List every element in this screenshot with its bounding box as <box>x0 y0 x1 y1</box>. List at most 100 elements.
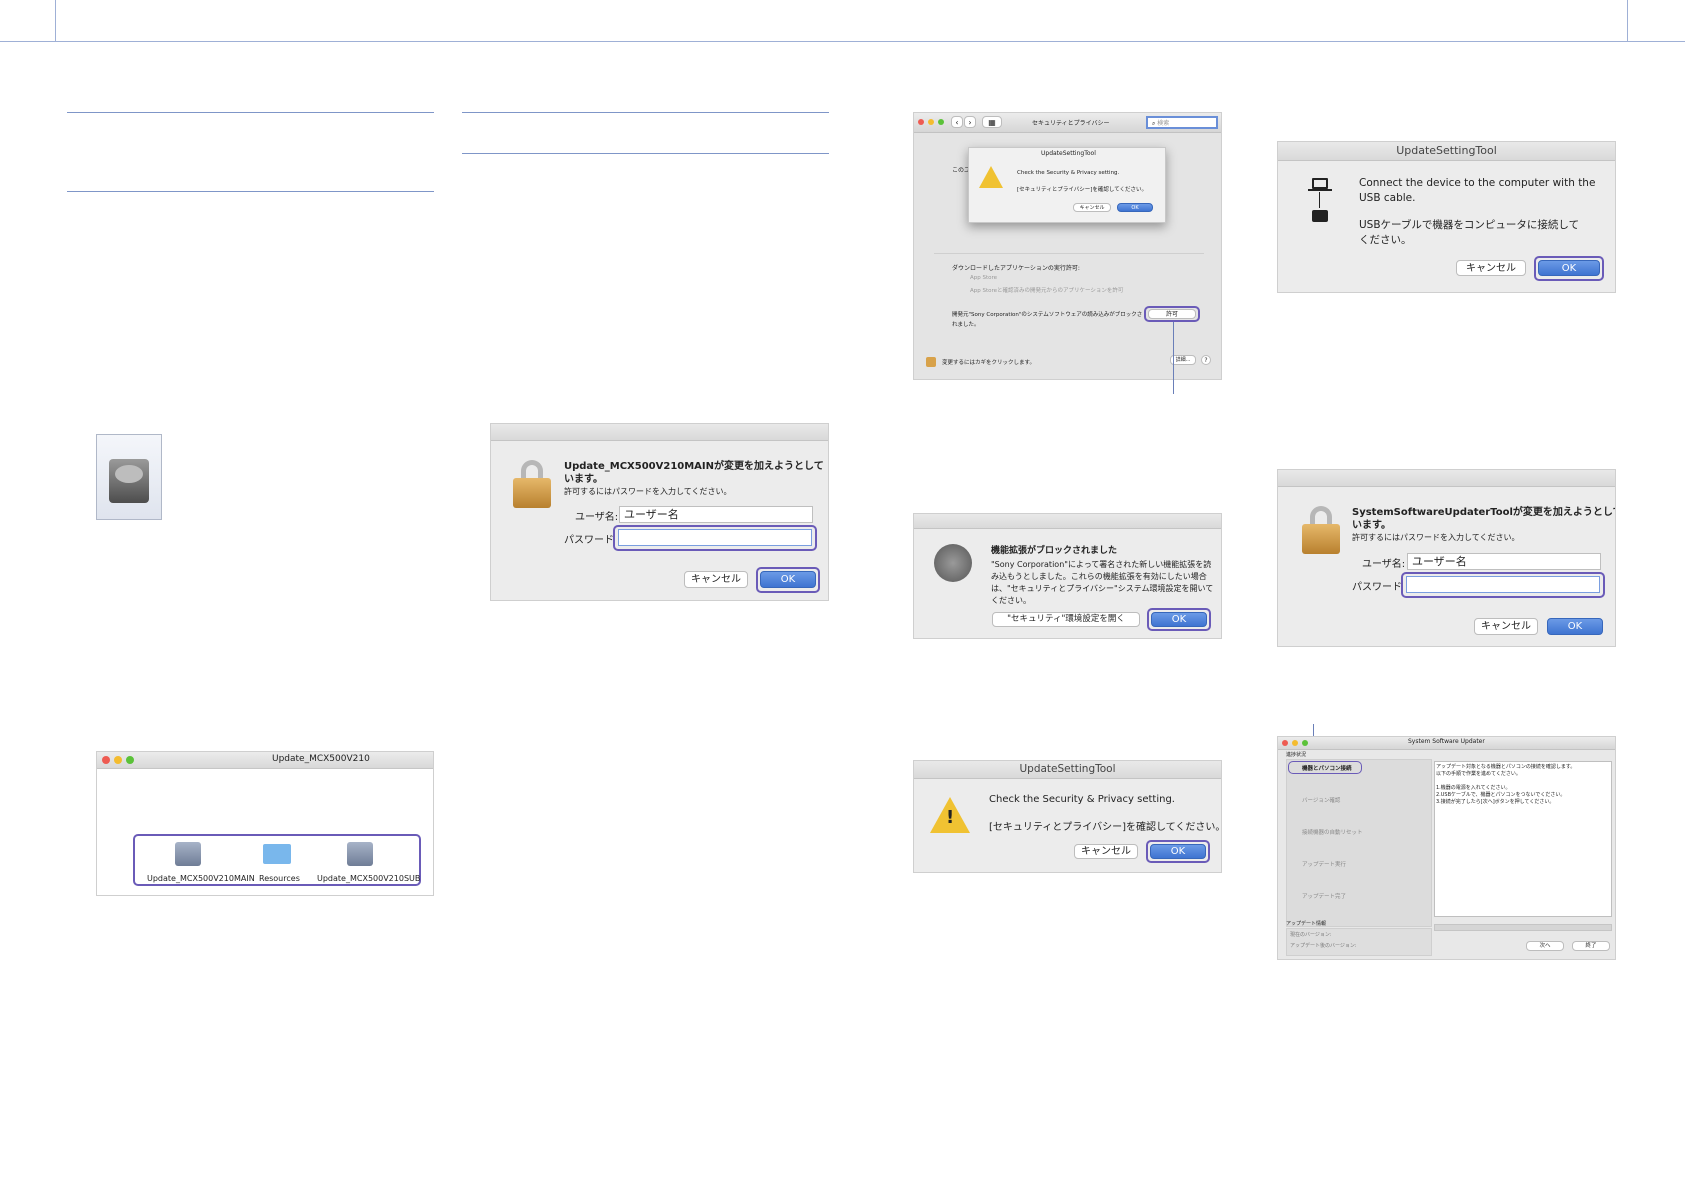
installer-icon[interactable] <box>347 842 373 866</box>
installer-icon[interactable] <box>175 842 201 866</box>
update-info-label: アップデート情報 <box>1286 921 1327 927</box>
finder-window: Update_MCX500V210 Update_MCX500V210MAIN … <box>96 751 434 896</box>
connect-jp-line1: USBケーブルで機器をコンピュータに接続して <box>1359 219 1580 231</box>
connect-cancel-button[interactable]: キャンセル <box>1456 260 1526 276</box>
prefs-title: セキュリティとプライバシー <box>1032 120 1110 127</box>
search-input[interactable]: ⌕ 検索 <box>1146 116 1218 129</box>
minimize-dot-icon[interactable] <box>114 756 122 764</box>
auth-sys-instruction: 許可するにはパスワードを入力してください。 <box>1352 533 1520 542</box>
cancel-button[interactable]: キャンセル <box>684 571 748 588</box>
ok-button[interactable]: OK <box>760 571 816 588</box>
section-rule <box>67 191 434 192</box>
section-rule <box>462 112 829 113</box>
warning-mark: ! <box>946 807 955 828</box>
after-version: アップデート後のバージョン: <box>1290 943 1357 949</box>
instruction-line: 2.USBケーブルで、機器とパソコンをつないでください。 <box>1436 792 1566 798</box>
username-field[interactable]: ユーザー名 <box>1407 553 1601 570</box>
padlock-icon[interactable] <box>926 357 936 367</box>
open-security-prefs-button[interactable]: "セキュリティ"環境設定を開く <box>992 612 1140 627</box>
next-button[interactable]: 次へ <box>1526 941 1564 951</box>
username-label: ユーザ名: <box>575 512 619 523</box>
option-app-store[interactable]: App Store <box>970 275 997 281</box>
extension-titlebar <box>914 514 1221 529</box>
instruction-line: 1.機器の電源を入れてください。 <box>1436 785 1511 791</box>
step-item: アップデート完了 <box>1302 894 1347 900</box>
header-rule <box>0 41 1685 42</box>
ust-ok-button[interactable]: OK <box>1150 844 1206 859</box>
update-setting-tool-dialog: UpdateSettingTool ! Check the Security &… <box>913 760 1222 873</box>
extension-ok-button[interactable]: OK <box>1151 612 1207 627</box>
close-dot-icon[interactable] <box>102 756 110 764</box>
ust-cancel-button[interactable]: キャンセル <box>1074 844 1138 859</box>
back-icon[interactable]: ‹ <box>951 116 963 128</box>
gear-icon <box>934 544 972 582</box>
close-dot-icon[interactable] <box>1282 740 1288 746</box>
zoom-dot-icon[interactable] <box>126 756 134 764</box>
option-identified-devs[interactable]: App Storeと確認済みの開発元からのアプリケーションを許可 <box>970 286 1123 294</box>
instruction-line: アップデート対象となる機器とパソコンの接続を確認します。 <box>1436 764 1576 770</box>
password-label: パスワード <box>564 535 614 546</box>
overlay-ok-button[interactable]: OK <box>1117 203 1153 212</box>
security-prefs-window: ‹ › ▦ セキュリティとプライバシー ⌕ 検索 このユ UpdateSetti… <box>913 112 1222 380</box>
search-placeholder: 検索 <box>1157 120 1170 127</box>
section-rule <box>67 112 434 113</box>
auth-title-line2: います。 <box>564 474 603 485</box>
finish-button[interactable]: 終了 <box>1572 941 1610 951</box>
zoom-dot-icon[interactable] <box>1302 740 1308 746</box>
minimize-dot-icon[interactable] <box>928 119 934 125</box>
updater-titlebar: System Software Updater <box>1278 737 1615 750</box>
folder-icon[interactable] <box>263 844 291 864</box>
ust-msg1: Check the Security & Privacy setting. <box>989 794 1175 805</box>
finder-item-resources[interactable]: Resources <box>259 874 300 883</box>
progress-bar <box>1434 924 1612 931</box>
username-field[interactable]: ユーザー名 <box>619 506 813 523</box>
instruction-line: 以下の手順で作業を進めてください。 <box>1436 771 1521 777</box>
callout-line <box>1173 322 1174 394</box>
minimize-dot-icon[interactable] <box>1292 740 1298 746</box>
allow-button[interactable]: 許可 <box>1148 309 1196 319</box>
finder-item-main[interactable]: Update_MCX500V210MAIN <box>147 874 255 883</box>
auth-sys-title-line1: SystemSoftwareUpdaterToolが変更を加えようとして <box>1352 507 1616 518</box>
computer-icon <box>1312 178 1328 189</box>
computer-base <box>1308 189 1332 191</box>
ust-msg2: [セキュリティとプライバシー]を確認してください。 <box>989 822 1222 833</box>
forward-icon[interactable]: › <box>964 116 976 128</box>
cancel-button[interactable]: キャンセル <box>1474 618 1538 635</box>
password-label: パスワード <box>1352 582 1402 593</box>
connect-en-line1: Connect the device to the computer with … <box>1359 177 1596 189</box>
step-item: バージョン確認 <box>1302 798 1341 804</box>
disk-image-icon[interactable] <box>96 434 162 520</box>
step-item: アップデート実行 <box>1302 862 1347 868</box>
extension-body-line4: ください。 <box>991 596 1031 605</box>
grid-icon[interactable]: ▦ <box>982 116 1002 128</box>
ok-button[interactable]: OK <box>1547 618 1603 635</box>
close-dot-icon[interactable] <box>918 119 924 125</box>
password-field[interactable] <box>618 529 812 546</box>
section-rule <box>462 153 829 154</box>
zoom-dot-icon[interactable] <box>938 119 944 125</box>
overlay-dialog: UpdateSettingTool Check the Security & P… <box>968 147 1166 223</box>
cable-line <box>1319 192 1320 208</box>
search-icon: ⌕ <box>1152 120 1156 127</box>
password-field[interactable] <box>1406 576 1600 593</box>
overlay-title: UpdateSettingTool <box>1041 150 1096 157</box>
header-divider-left <box>55 0 56 41</box>
overlay-cancel-button[interactable]: キャンセル <box>1073 203 1111 212</box>
finder-titlebar: Update_MCX500V210 <box>97 752 433 769</box>
updater-title: System Software Updater <box>1408 738 1485 745</box>
connect-title: UpdateSettingTool <box>1278 142 1615 161</box>
help-button[interactable]: ? <box>1201 355 1211 365</box>
current-version: 現在のバージョン: <box>1290 932 1332 938</box>
username-label: ユーザ名: <box>1362 559 1406 570</box>
finder-item-sub[interactable]: Update_MCX500V210SUB <box>317 874 420 883</box>
auth-sys-title-line2: います。 <box>1352 520 1391 531</box>
ust-title: UpdateSettingTool <box>914 761 1221 779</box>
overlay-msg1: Check the Security & Privacy setting. <box>1017 170 1120 176</box>
camera-icon <box>1312 210 1328 222</box>
auth-dialog-main: Update_MCX500V210MAINが変更を加えようとして います。 許可… <box>490 423 829 601</box>
connect-ok-button[interactable]: OK <box>1538 260 1600 276</box>
prefs-titlebar: ‹ › ▦ セキュリティとプライバシー ⌕ 検索 <box>914 113 1221 133</box>
connect-jp-line2: ください。 <box>1359 234 1412 246</box>
extension-body-line3: は、"セキュリティとプライバシー"システム環境設定を開いて <box>991 584 1214 593</box>
auth-titlebar <box>491 424 828 441</box>
